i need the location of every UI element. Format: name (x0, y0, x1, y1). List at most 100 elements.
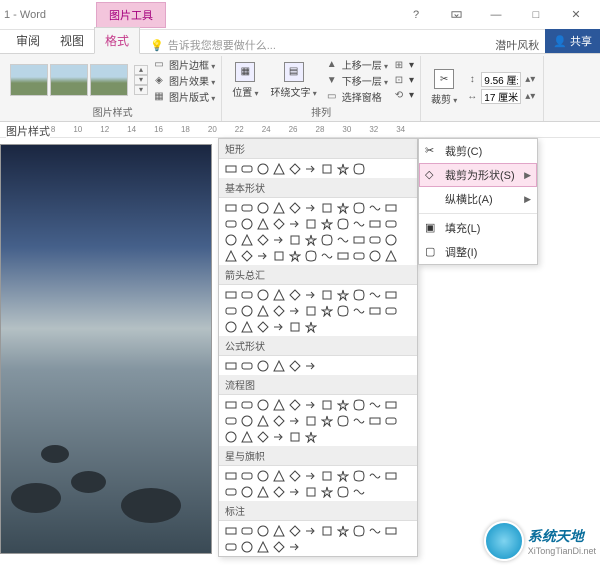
shape-option[interactable] (303, 303, 318, 318)
shape-option[interactable] (223, 413, 238, 428)
gallery-down[interactable]: ▾ (134, 75, 148, 85)
shape-option[interactable] (303, 484, 318, 499)
wrap-text-button[interactable]: ▤环绕文字 (267, 60, 321, 101)
shape-option[interactable] (255, 303, 270, 318)
shape-option[interactable] (367, 287, 382, 302)
shape-option[interactable] (271, 523, 286, 538)
shape-option[interactable] (335, 232, 350, 247)
shape-option[interactable] (271, 539, 286, 554)
shape-option[interactable] (367, 468, 382, 483)
position-button[interactable]: ▦位置 (228, 60, 262, 101)
shape-option[interactable] (271, 397, 286, 412)
shape-option[interactable] (255, 484, 270, 499)
tab-format[interactable]: 格式 (94, 27, 140, 54)
shape-option[interactable] (319, 523, 334, 538)
spinner[interactable]: ▴▾ (523, 89, 537, 103)
minimize-button[interactable]: — (476, 2, 516, 28)
shape-option[interactable] (351, 248, 366, 263)
selection-pane-button[interactable]: ▭选择窗格 (325, 89, 388, 104)
shape-option[interactable] (287, 539, 302, 554)
shape-option[interactable] (367, 248, 382, 263)
share-button[interactable]: 👤 共享 (545, 29, 600, 53)
shape-option[interactable] (383, 413, 398, 428)
shape-option[interactable] (303, 287, 318, 302)
picture-style-gallery[interactable] (10, 64, 128, 96)
shape-option[interactable] (303, 523, 318, 538)
shape-option[interactable] (287, 523, 302, 538)
rotate-button[interactable]: ⟲▾ (392, 88, 414, 102)
shape-option[interactable] (335, 303, 350, 318)
shape-option[interactable] (223, 287, 238, 302)
shape-option[interactable] (255, 161, 270, 176)
menu-aspect-ratio[interactable]: 纵横比(A)▶ (419, 187, 537, 211)
shape-option[interactable] (303, 413, 318, 428)
shape-option[interactable] (223, 248, 238, 263)
align-button[interactable]: ⊞▾ (392, 58, 414, 72)
shape-option[interactable] (223, 319, 238, 334)
shape-option[interactable] (335, 413, 350, 428)
shape-option[interactable] (223, 303, 238, 318)
shape-option[interactable] (239, 200, 254, 215)
shape-option[interactable] (223, 216, 238, 231)
gallery-up[interactable]: ▴ (134, 65, 148, 75)
shape-option[interactable] (335, 200, 350, 215)
shape-option[interactable] (255, 200, 270, 215)
shape-option[interactable] (271, 319, 286, 334)
shape-option[interactable] (239, 161, 254, 176)
shape-option[interactable] (303, 200, 318, 215)
shape-option[interactable] (223, 397, 238, 412)
shape-option[interactable] (319, 303, 334, 318)
shape-option[interactable] (351, 303, 366, 318)
shape-option[interactable] (287, 484, 302, 499)
shape-option[interactable] (223, 358, 238, 373)
shape-option[interactable] (223, 468, 238, 483)
send-backward-button[interactable]: ▼下移一层 (325, 73, 388, 88)
shape-option[interactable] (319, 161, 334, 176)
shape-option[interactable] (319, 484, 334, 499)
shape-option[interactable] (383, 468, 398, 483)
shape-option[interactable] (255, 539, 270, 554)
shape-option[interactable] (239, 248, 254, 263)
shape-option[interactable] (287, 397, 302, 412)
tab-review[interactable]: 审阅 (6, 28, 50, 53)
shape-option[interactable] (351, 413, 366, 428)
group-button[interactable]: ⊡▾ (392, 73, 414, 87)
shape-option[interactable] (367, 200, 382, 215)
shape-option[interactable] (255, 287, 270, 302)
maximize-button[interactable]: □ (516, 2, 556, 28)
shape-option[interactable] (351, 397, 366, 412)
shape-option[interactable] (319, 216, 334, 231)
shape-option[interactable] (239, 413, 254, 428)
shape-option[interactable] (255, 429, 270, 444)
shape-option[interactable] (255, 358, 270, 373)
menu-crop[interactable]: ✂裁剪(C) (419, 139, 537, 163)
shape-option[interactable] (271, 216, 286, 231)
shape-option[interactable] (239, 523, 254, 538)
shape-option[interactable] (271, 429, 286, 444)
shape-option[interactable] (319, 413, 334, 428)
shape-option[interactable] (271, 413, 286, 428)
shape-option[interactable] (351, 468, 366, 483)
shape-option[interactable] (287, 232, 302, 247)
shape-option[interactable] (367, 413, 382, 428)
shape-option[interactable] (255, 216, 270, 231)
shape-option[interactable] (383, 397, 398, 412)
shape-option[interactable] (367, 303, 382, 318)
shape-option[interactable] (239, 358, 254, 373)
shape-option[interactable] (383, 523, 398, 538)
shape-option[interactable] (335, 468, 350, 483)
shape-option[interactable] (271, 484, 286, 499)
shape-option[interactable] (239, 539, 254, 554)
shape-option[interactable] (271, 303, 286, 318)
close-button[interactable]: ✕ (556, 2, 596, 28)
menu-fill[interactable]: ▣填充(L) (419, 216, 537, 240)
shape-option[interactable] (271, 358, 286, 373)
shape-option[interactable] (383, 303, 398, 318)
shape-option[interactable] (239, 397, 254, 412)
shape-option[interactable] (351, 200, 366, 215)
shape-option[interactable] (239, 216, 254, 231)
width-input[interactable] (481, 89, 521, 104)
shape-option[interactable] (287, 161, 302, 176)
shape-option[interactable] (319, 200, 334, 215)
shape-option[interactable] (303, 468, 318, 483)
